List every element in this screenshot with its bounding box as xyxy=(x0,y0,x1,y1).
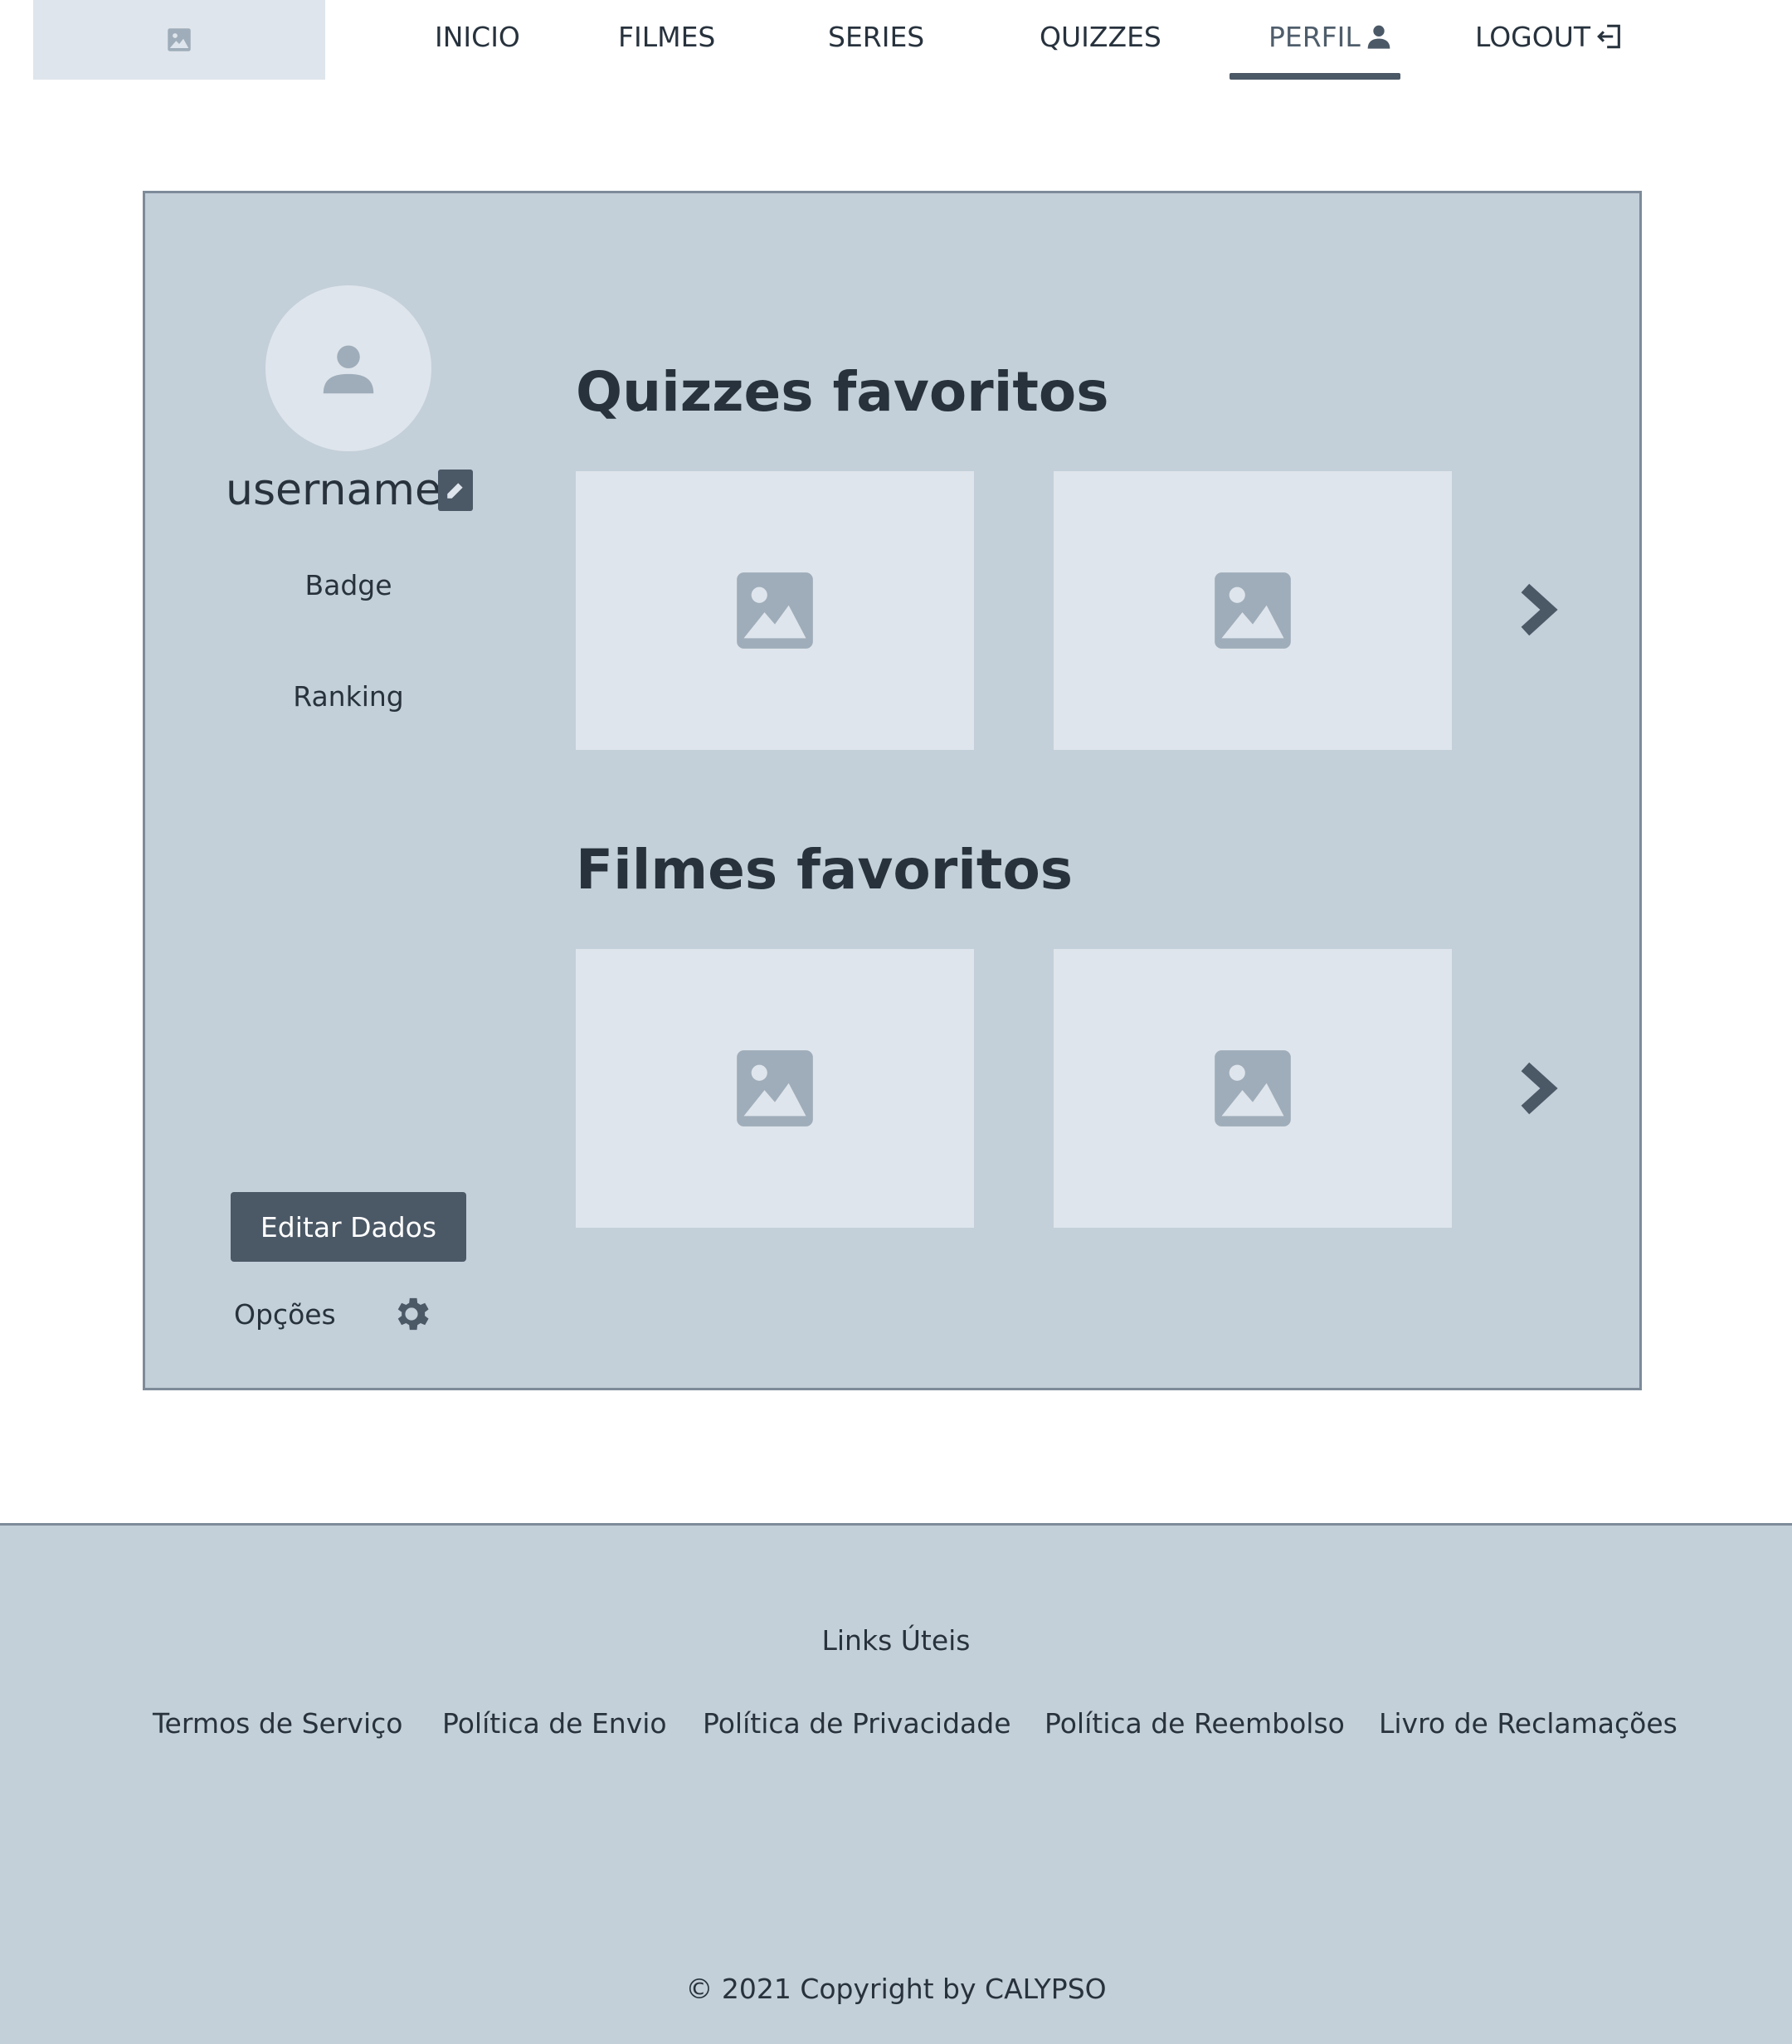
user-avatar-icon xyxy=(323,345,374,394)
nav-series[interactable]: SERIES xyxy=(828,0,924,73)
image-placeholder-icon xyxy=(168,28,191,51)
footer-links-title: Links Úteis xyxy=(821,1624,971,1657)
image-placeholder-icon xyxy=(737,572,813,649)
nav-quizzes[interactable]: QUIZZES xyxy=(1040,0,1161,73)
options-label: Opções xyxy=(234,1297,336,1331)
movies-next-chevron-icon[interactable] xyxy=(1517,1060,1560,1117)
ranking-label: Ranking xyxy=(293,680,404,713)
nav-quizzes-label: QUIZZES xyxy=(1040,20,1161,53)
footer-link-shipping[interactable]: Política de Envio xyxy=(442,1707,667,1740)
quizzes-favorites-title: Quizzes favoritos xyxy=(576,360,1109,424)
nav-logout-label: LOGOUT xyxy=(1475,20,1591,53)
logout-icon xyxy=(1595,22,1624,51)
active-tab-indicator xyxy=(1230,73,1400,80)
nav-series-label: SERIES xyxy=(828,20,925,53)
edit-data-button[interactable]: Editar Dados xyxy=(231,1192,466,1262)
copyright: © 2021 Copyright by CALYPSO xyxy=(685,1973,1107,2005)
gear-icon[interactable] xyxy=(390,1292,433,1336)
username: username xyxy=(226,465,441,515)
quiz-tile[interactable] xyxy=(1054,471,1452,750)
logo[interactable] xyxy=(33,0,325,80)
avatar[interactable] xyxy=(265,285,431,451)
footer-link-complaints[interactable]: Livro de Reclamações xyxy=(1379,1707,1678,1740)
image-placeholder-icon xyxy=(737,1050,813,1127)
quizzes-next-chevron-icon[interactable] xyxy=(1517,582,1560,638)
movies-favorites-title: Filmes favoritos xyxy=(576,838,1074,902)
nav-inicio[interactable]: INICIO xyxy=(435,0,520,73)
nav-filmes[interactable]: FILMES xyxy=(618,0,715,73)
nav-inicio-label: INICIO xyxy=(435,20,520,53)
nav-perfil[interactable]: PERFIL xyxy=(1269,0,1392,73)
image-placeholder-icon xyxy=(1215,572,1291,649)
nav-logout[interactable]: LOGOUT xyxy=(1475,0,1624,73)
footer-link-refund[interactable]: Política de Reembolso xyxy=(1045,1707,1345,1740)
movie-tile[interactable] xyxy=(1054,949,1452,1228)
nav-perfil-label: PERFIL xyxy=(1269,20,1361,53)
footer xyxy=(0,1523,1792,2044)
edit-icon[interactable] xyxy=(438,470,473,511)
badge-label: Badge xyxy=(304,569,392,601)
quiz-tile[interactable] xyxy=(576,471,974,750)
footer-link-terms[interactable]: Termos de Serviço xyxy=(153,1707,402,1740)
image-placeholder-icon xyxy=(1215,1050,1291,1127)
user-icon xyxy=(1366,22,1392,51)
footer-link-privacy[interactable]: Política de Privacidade xyxy=(703,1707,1011,1740)
movie-tile[interactable] xyxy=(576,949,974,1228)
nav-filmes-label: FILMES xyxy=(618,20,716,53)
